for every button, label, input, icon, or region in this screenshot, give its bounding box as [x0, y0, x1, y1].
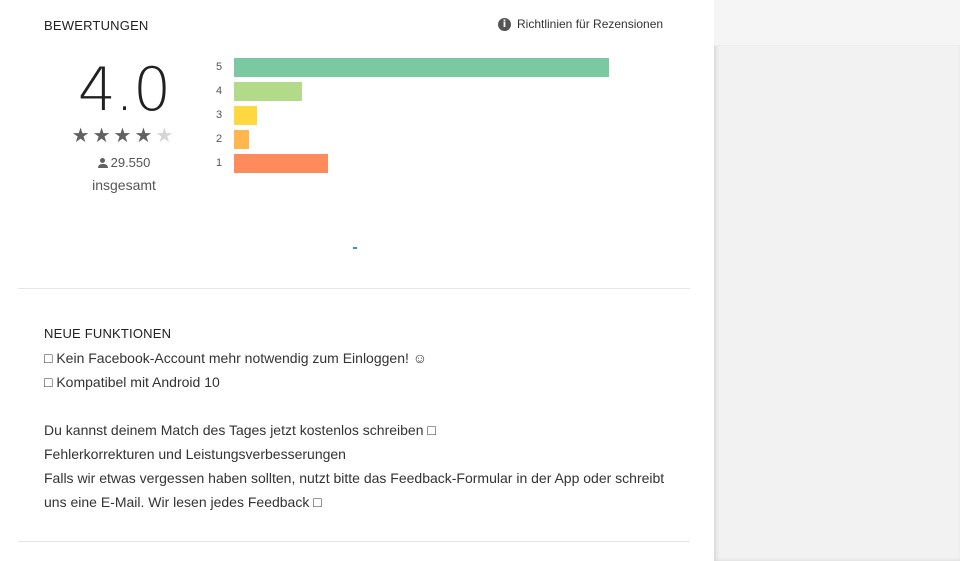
- histogram-row: 2: [216, 129, 249, 149]
- whats-new-line: □ Kompatibel mit Android 10: [44, 374, 220, 390]
- star-icon: ★: [113, 125, 135, 147]
- side-panel-header: [714, 0, 960, 46]
- histogram-row: 1: [216, 153, 328, 173]
- histogram-bar: [234, 81, 302, 101]
- star-icon: ★: [155, 125, 177, 147]
- star-icon: ★: [71, 125, 93, 147]
- rating-summary: 4.0 ★★★★★ 29.550 insgesamt: [44, 55, 204, 193]
- histogram-star-label: 5: [216, 61, 223, 73]
- whats-new-line: Falls wir etwas vergessen haben sollten,…: [44, 470, 665, 486]
- star-icon: ★: [92, 125, 114, 147]
- review-count: 29.550: [44, 155, 204, 170]
- person-icon: [97, 157, 108, 168]
- side-panel: [714, 0, 960, 561]
- histogram-star-label: 2: [216, 133, 223, 145]
- histogram-star-label: 1: [216, 157, 223, 169]
- rating-stars: ★★★★★: [44, 125, 204, 147]
- review-policy-link[interactable]: i Richtlinien für Rezensionen: [498, 17, 663, 31]
- histogram-star-label: 3: [216, 109, 223, 121]
- whats-new-line: Du kannst deinem Match des Tages jetzt k…: [44, 422, 436, 438]
- histogram-bar: [234, 105, 257, 125]
- rating-histogram: 5 4 3 2 1: [216, 57, 636, 177]
- histogram-bar: [234, 129, 249, 149]
- section-divider: [18, 541, 690, 542]
- whats-new-line: Fehlerkorrekturen und Leistungsverbesser…: [44, 446, 346, 462]
- info-icon: i: [498, 17, 511, 31]
- histogram-bar: [234, 153, 328, 173]
- histogram-star-label: 4: [216, 85, 223, 97]
- review-count-value: 29.550: [110, 155, 151, 170]
- main-content: BEWERTUNGEN i Richtlinien für Rezensione…: [0, 0, 714, 561]
- whats-new-line: uns eine E-Mail. Wir lesen jedes Feedbac…: [44, 494, 322, 510]
- review-total-label: insgesamt: [92, 177, 156, 193]
- whats-new-line: □ Kein Facebook-Account mehr notwendig z…: [44, 350, 428, 366]
- whats-new-section: NEUE FUNKTIONEN □ Kein Facebook-Account …: [44, 322, 674, 514]
- ratings-section-title: BEWERTUNGEN: [44, 18, 149, 33]
- loading-indicator: [353, 247, 357, 249]
- histogram-bar: [234, 57, 609, 77]
- review-policy-label: Richtlinien für Rezensionen: [517, 17, 664, 31]
- histogram-row: 3: [216, 105, 257, 125]
- section-divider: [18, 288, 690, 289]
- star-icon: ★: [134, 125, 156, 147]
- average-rating: 4.0: [77, 55, 171, 125]
- histogram-row: 5: [216, 57, 609, 77]
- histogram-row: 4: [216, 81, 302, 101]
- whats-new-title: NEUE FUNKTIONEN: [44, 326, 172, 341]
- whats-new-text: □ Kein Facebook-Account mehr notwendig z…: [44, 346, 674, 514]
